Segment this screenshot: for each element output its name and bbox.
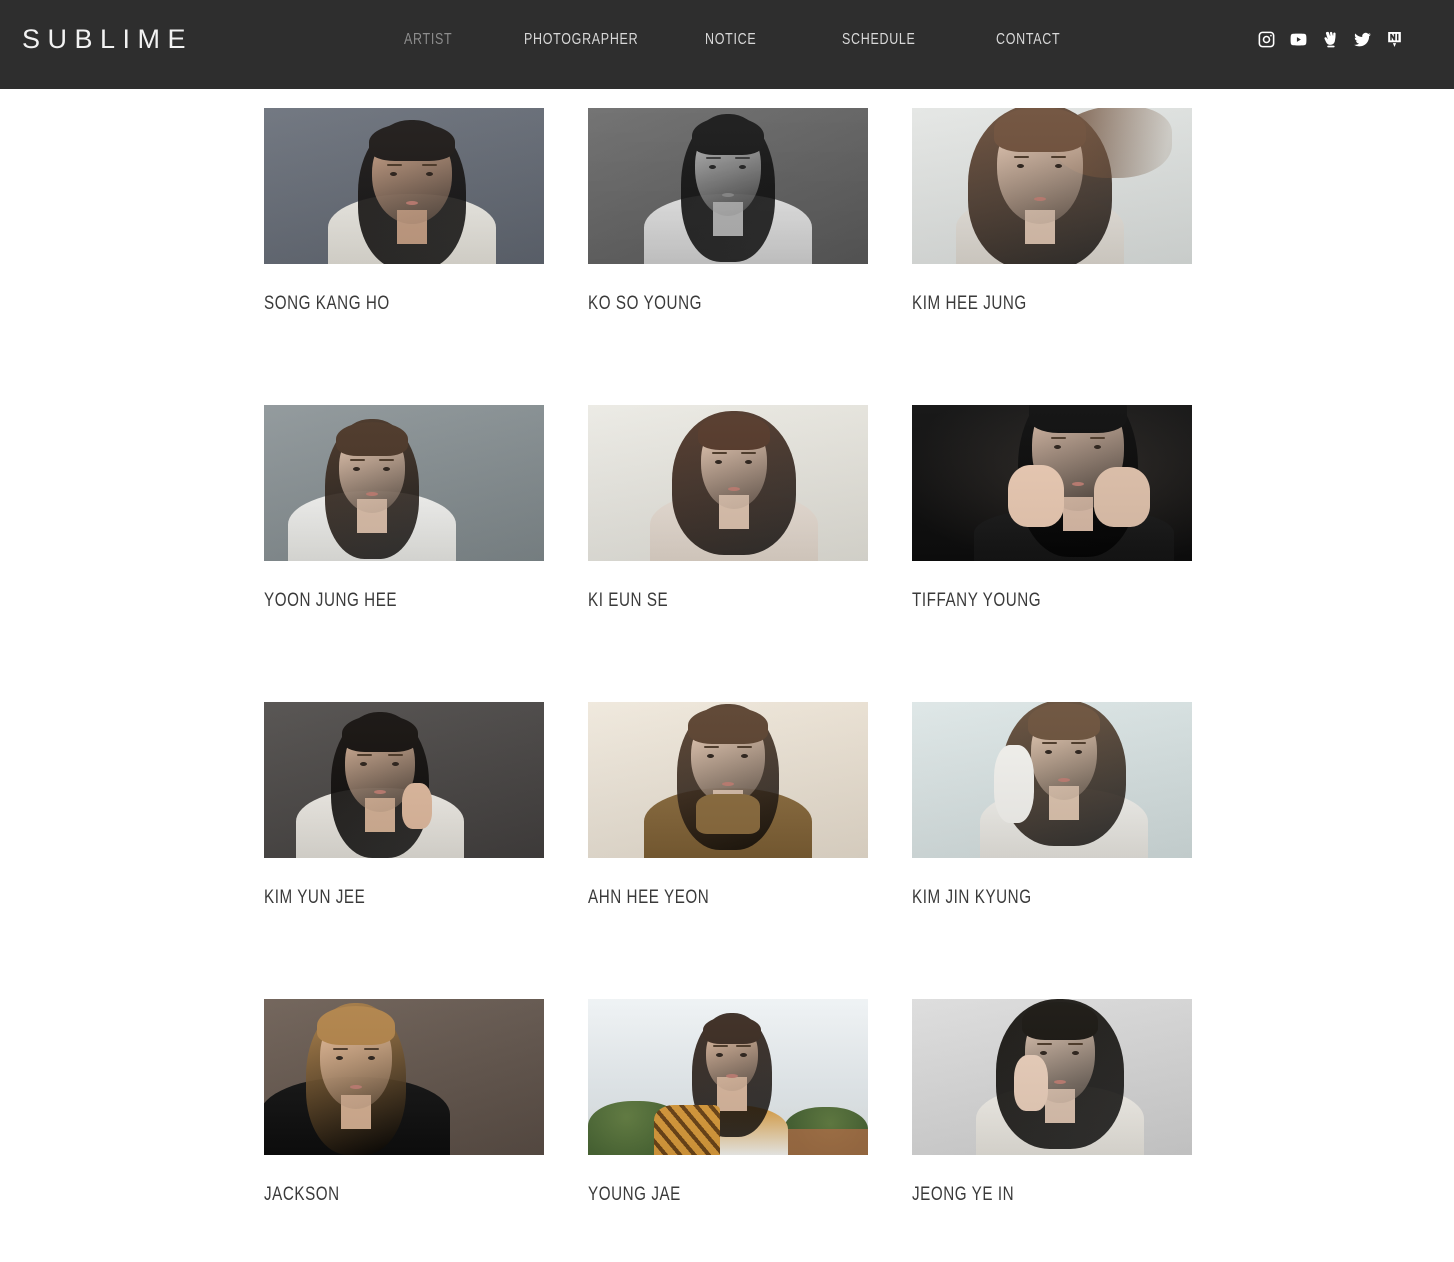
artist-portrait-image	[264, 999, 544, 1155]
artist-thumbnail[interactable]	[588, 405, 868, 561]
artist-name: YOON JUNG HEE	[264, 590, 398, 611]
artist-thumbnail[interactable]	[588, 999, 868, 1155]
artist-thumbnail[interactable]	[264, 108, 544, 264]
brand-logo[interactable]: SUBLIME	[22, 26, 193, 53]
artist-thumbnail[interactable]	[264, 702, 544, 858]
artist-row: SONG KANG HO KO SO YOUNG KIM HEE JUNG	[0, 108, 1454, 405]
artist-name: SONG KANG HO	[264, 293, 390, 314]
artist-row: JACKSON YOUNG JAE JEONG YE IN	[0, 999, 1454, 1262]
artist-portrait-image	[264, 405, 544, 561]
site-header: SUBLIME ARTIST PHOTOGRAPHER NOTICE SCHEDULE…	[0, 0, 1454, 89]
vlive-icon[interactable]	[1321, 30, 1340, 49]
nav-slot: PHOTOGRAPHER	[524, 31, 671, 49]
nav-item-photographer[interactable]: PHOTOGRAPHER	[524, 31, 638, 49]
naver-post-icon[interactable]	[1385, 30, 1404, 49]
artist-card[interactable]: KI EUN SE	[588, 405, 868, 612]
artist-portrait-image	[912, 108, 1192, 264]
artist-thumbnail[interactable]	[264, 405, 544, 561]
youtube-icon[interactable]	[1289, 30, 1308, 49]
artist-row: KIM YUN JEE AHN HEE YEON KIM JIN KYUNG	[0, 702, 1454, 999]
artist-thumbnail[interactable]	[264, 999, 544, 1155]
nav-item-schedule[interactable]: SCHEDULE	[842, 31, 916, 49]
artist-portrait-image	[588, 405, 868, 561]
artist-thumbnail[interactable]	[912, 405, 1192, 561]
artist-thumbnail[interactable]	[588, 108, 868, 264]
artist-card[interactable]: KIM HEE JUNG	[912, 108, 1192, 315]
artist-card[interactable]: YOON JUNG HEE	[264, 405, 544, 612]
artist-portrait-image	[588, 108, 868, 264]
artist-row: YOON JUNG HEE KI EUN SE TIFFANY YOUNG	[0, 405, 1454, 702]
artist-name: KIM HEE JUNG	[912, 293, 1027, 314]
artist-portrait-image	[588, 999, 868, 1155]
artist-portrait-image	[912, 999, 1192, 1155]
artist-thumbnail[interactable]	[912, 702, 1192, 858]
artist-card[interactable]: KIM JIN KYUNG	[912, 702, 1192, 909]
artist-name: AHN HEE YEON	[588, 887, 710, 908]
nav-item-contact[interactable]: CONTACT	[996, 31, 1060, 49]
instagram-icon[interactable]	[1257, 30, 1276, 49]
artist-name: KIM YUN JEE	[264, 887, 366, 908]
social-links	[1257, 30, 1404, 49]
artist-card[interactable]: JEONG YE IN	[912, 999, 1192, 1206]
artist-name: KI EUN SE	[588, 590, 669, 611]
nav-item-notice[interactable]: NOTICE	[705, 31, 756, 49]
nav-slot: CONTACT	[996, 31, 1078, 49]
artist-thumbnail[interactable]	[588, 702, 868, 858]
artist-portrait-image	[588, 702, 868, 858]
artist-portrait-image	[264, 702, 544, 858]
artist-card[interactable]: AHN HEE YEON	[588, 702, 868, 909]
nav-item-artist[interactable]: ARTIST	[404, 31, 452, 49]
artist-portrait-image	[912, 702, 1192, 858]
artist-name: KIM JIN KYUNG	[912, 887, 1032, 908]
artist-name: YOUNG JAE	[588, 1184, 681, 1205]
artist-thumbnail[interactable]	[912, 999, 1192, 1155]
artist-portrait-image	[264, 108, 544, 264]
artist-grid: SONG KANG HO KO SO YOUNG KIM HEE JUNG YOON …	[0, 89, 1454, 1262]
artist-thumbnail[interactable]	[912, 108, 1192, 264]
artist-name: KO SO YOUNG	[588, 293, 702, 314]
artist-name: TIFFANY YOUNG	[912, 590, 1042, 611]
twitter-icon[interactable]	[1353, 30, 1372, 49]
artist-card[interactable]: SONG KANG HO	[264, 108, 544, 315]
artist-card[interactable]: TIFFANY YOUNG	[912, 405, 1192, 612]
artist-card[interactable]: KIM YUN JEE	[264, 702, 544, 909]
nav-slot: NOTICE	[705, 31, 771, 49]
artist-card[interactable]: JACKSON	[264, 999, 544, 1206]
artist-name: JACKSON	[264, 1184, 340, 1205]
nav-slot: ARTIST	[404, 31, 466, 49]
artist-portrait-image	[912, 405, 1192, 561]
artist-name: JEONG YE IN	[912, 1184, 1015, 1205]
nav-slot: SCHEDULE	[842, 31, 936, 49]
artist-card[interactable]: KO SO YOUNG	[588, 108, 868, 315]
artist-card[interactable]: YOUNG JAE	[588, 999, 868, 1206]
